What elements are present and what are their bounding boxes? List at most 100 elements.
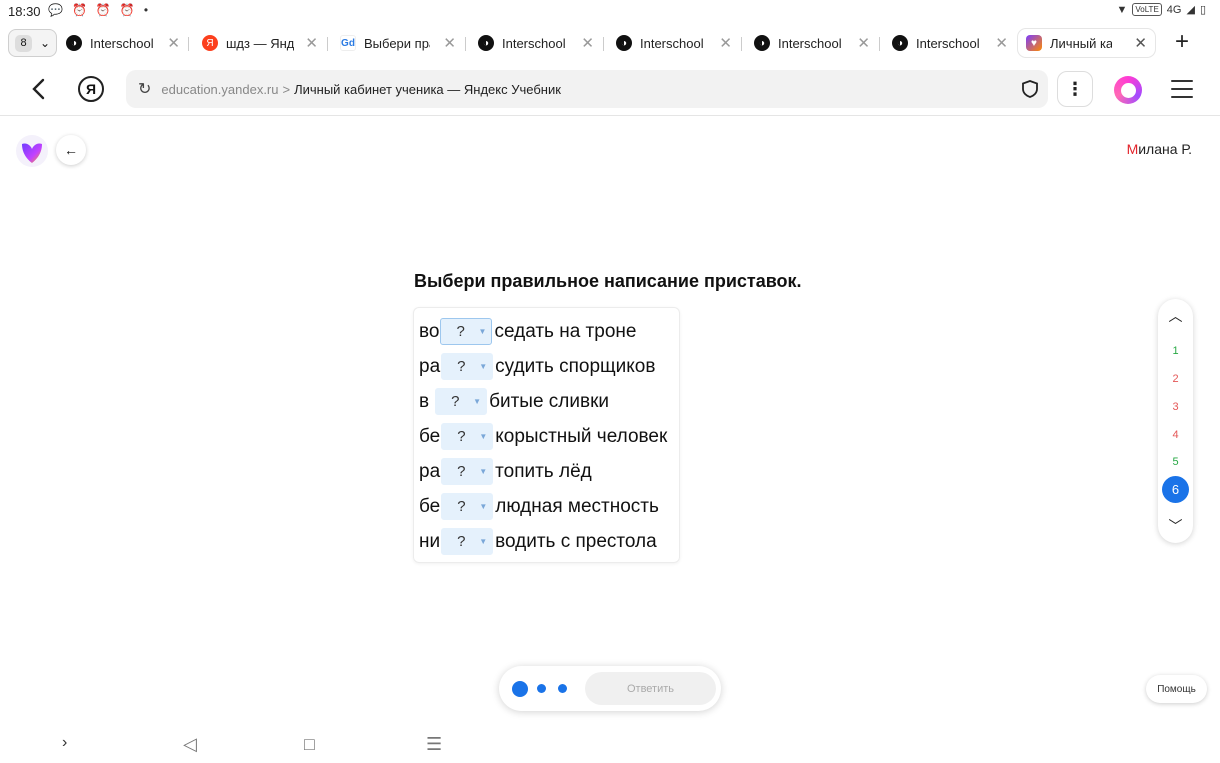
tab-lichny-kabinet[interactable]: ♥ Личный кабинет ✕ <box>1018 29 1155 57</box>
browser-menu-button[interactable]: ⋮ <box>1057 71 1093 107</box>
exercise-row: в ? ▼ битые сливки <box>419 384 679 419</box>
dot-icon: • <box>143 3 149 17</box>
url-host: education.yandex.ru <box>161 81 279 97</box>
tab-interschool-1[interactable]: ◑ Interschool ✕ <box>62 29 180 57</box>
url-separator: > <box>282 81 291 97</box>
word-suffix: людная местность <box>495 495 659 517</box>
tab-title: Interschool <box>502 35 566 51</box>
question-5[interactable]: 5 <box>1158 456 1193 468</box>
help-button[interactable]: Помощь <box>1146 675 1207 703</box>
close-icon[interactable]: ✕ <box>995 34 1008 52</box>
tab-gdz[interactable]: Gd Выбери правильное ✕ <box>336 29 456 57</box>
omnibox[interactable]: ↻ education.yandex.ru > Личный кабинет у… <box>126 70 1048 108</box>
prefix-dropdown[interactable]: ? ▼ <box>441 493 494 520</box>
yandex-letter: Я <box>85 81 97 97</box>
task-title: Выбери правильное написание приставок. <box>414 271 802 291</box>
close-icon[interactable]: ✕ <box>857 34 870 52</box>
interschool-icon: ◑ <box>754 35 770 51</box>
tab-interschool-2[interactable]: ◑ Interschool ✕ <box>474 29 594 57</box>
close-icon[interactable]: ✕ <box>1134 34 1147 52</box>
answer-button[interactable]: Ответить <box>585 672 716 705</box>
tab-counter-button[interactable]: 8 ⌄ <box>8 29 57 57</box>
user-name-rest: илана Р. <box>1138 141 1192 157</box>
yandex-uchebnik-icon: ♥ <box>1026 35 1042 51</box>
prefix-dropdown[interactable]: ? ▼ <box>441 423 494 450</box>
browser-back-button[interactable] <box>26 75 50 103</box>
exercise-card: во ? ▼ седать на троне ра ? ▼ судить спорщ… <box>413 307 680 563</box>
question-2[interactable]: 2 <box>1158 373 1193 385</box>
tab-interschool-5[interactable]: ◑ Interschool ✕ <box>888 29 1008 57</box>
question-1[interactable]: 1 <box>1158 345 1193 357</box>
alarm-icon: ⏰ <box>95 3 111 17</box>
hamburger-menu-button[interactable] <box>1171 80 1193 98</box>
arrow-left-icon: ← <box>64 142 78 158</box>
tab-divider <box>327 37 328 51</box>
yandex-icon: Я <box>202 35 218 51</box>
tab-title: Interschool <box>640 35 704 51</box>
close-icon[interactable]: ✕ <box>719 34 732 52</box>
prefix-dropdown[interactable]: ? ▼ <box>435 388 488 415</box>
nav-back-icon[interactable]: ◁ <box>183 734 197 755</box>
tab-interschool-3[interactable]: ◑ Interschool ✕ <box>612 29 732 57</box>
prefix-dropdown[interactable]: ? ▼ <box>441 353 494 380</box>
word-prefix: ра <box>419 355 441 377</box>
tab-interschool-4[interactable]: ◑ Interschool ✕ <box>750 29 870 57</box>
yandex-home-button[interactable]: Я <box>78 76 104 102</box>
tab-yandex-search[interactable]: Я шдз — Яндекс ✕ <box>198 29 318 57</box>
shield-icon[interactable] <box>1020 79 1040 99</box>
tab-title: Interschool <box>916 35 980 51</box>
prefix-dropdown[interactable]: ? ▼ <box>441 458 494 485</box>
gdz-icon: Gd <box>340 35 356 51</box>
dropdown-value: ? <box>456 323 465 340</box>
chevron-left-icon <box>32 78 45 100</box>
question-next-button[interactable]: ﹀ <box>1158 511 1193 541</box>
exercise-row: ра ? ▼ судить спорщиков <box>419 349 679 384</box>
yandex-uchebnik-logo[interactable] <box>15 134 49 168</box>
chevron-up-icon: ︿ <box>1168 308 1183 324</box>
dropdown-value: ? <box>451 393 460 410</box>
word-prefix: ни <box>419 530 441 552</box>
question-6-current[interactable]: 6 <box>1162 476 1189 503</box>
exercise-row: во ? ▼ седать на троне <box>419 314 679 349</box>
chevron-right-icon[interactable]: › <box>62 734 67 752</box>
nav-home-icon[interactable]: □ <box>304 734 315 755</box>
exercise-row: бе ? ▼ людная местность <box>419 489 679 524</box>
progress-dot <box>537 684 546 693</box>
tab-title: Interschool <box>778 35 842 51</box>
page-back-button[interactable]: ← <box>56 135 86 165</box>
reload-icon[interactable]: ↻ <box>138 79 151 99</box>
exercise-row: ни ? ▼ водить с престола <box>419 524 679 559</box>
dropdown-value: ? <box>457 533 466 550</box>
network-type: 4G <box>1166 3 1182 16</box>
tab-title: Выбери правильное <box>364 35 430 51</box>
dropdown-value: ? <box>457 428 466 445</box>
prefix-dropdown[interactable]: ? ▼ <box>440 318 493 345</box>
signal-icon: ◢ <box>1186 4 1195 16</box>
word-prefix: во <box>419 320 440 342</box>
triangle-down-icon: ▼ <box>479 362 488 371</box>
interschool-icon: ◑ <box>892 35 908 51</box>
user-name[interactable]: Милана Р. <box>1127 141 1192 157</box>
tab-strip: 8 ⌄ ◑ Interschool ✕ Я шдз — Яндекс ✕ Gd … <box>0 24 1220 62</box>
triangle-down-icon: ▼ <box>478 327 487 336</box>
triangle-down-icon: ▼ <box>479 467 488 476</box>
close-icon[interactable]: ✕ <box>581 34 594 52</box>
chevron-down-icon: ﹀ <box>1168 518 1183 534</box>
close-icon[interactable]: ✕ <box>305 34 318 52</box>
wifi-icon: ▼ <box>1116 3 1128 16</box>
question-3[interactable]: 3 <box>1158 401 1193 413</box>
alice-button[interactable] <box>1114 76 1142 104</box>
question-4[interactable]: 4 <box>1158 429 1193 441</box>
progress-dot <box>558 684 567 693</box>
close-icon[interactable]: ✕ <box>167 34 180 52</box>
battery-icon: ▯ <box>1199 4 1206 16</box>
question-prev-button[interactable]: ︿ <box>1158 301 1193 331</box>
volte-badge: VoLTE <box>1132 3 1162 16</box>
word-prefix: в <box>419 390 430 412</box>
prefix-dropdown[interactable]: ? ▼ <box>441 528 494 555</box>
progress-dot-active <box>512 681 528 697</box>
close-icon[interactable]: ✕ <box>443 34 456 52</box>
nav-recents-icon[interactable]: ☰ <box>426 734 442 755</box>
exercise-row: ра ? ▼ топить лёд <box>419 454 679 489</box>
new-tab-button[interactable]: + <box>1175 29 1189 55</box>
